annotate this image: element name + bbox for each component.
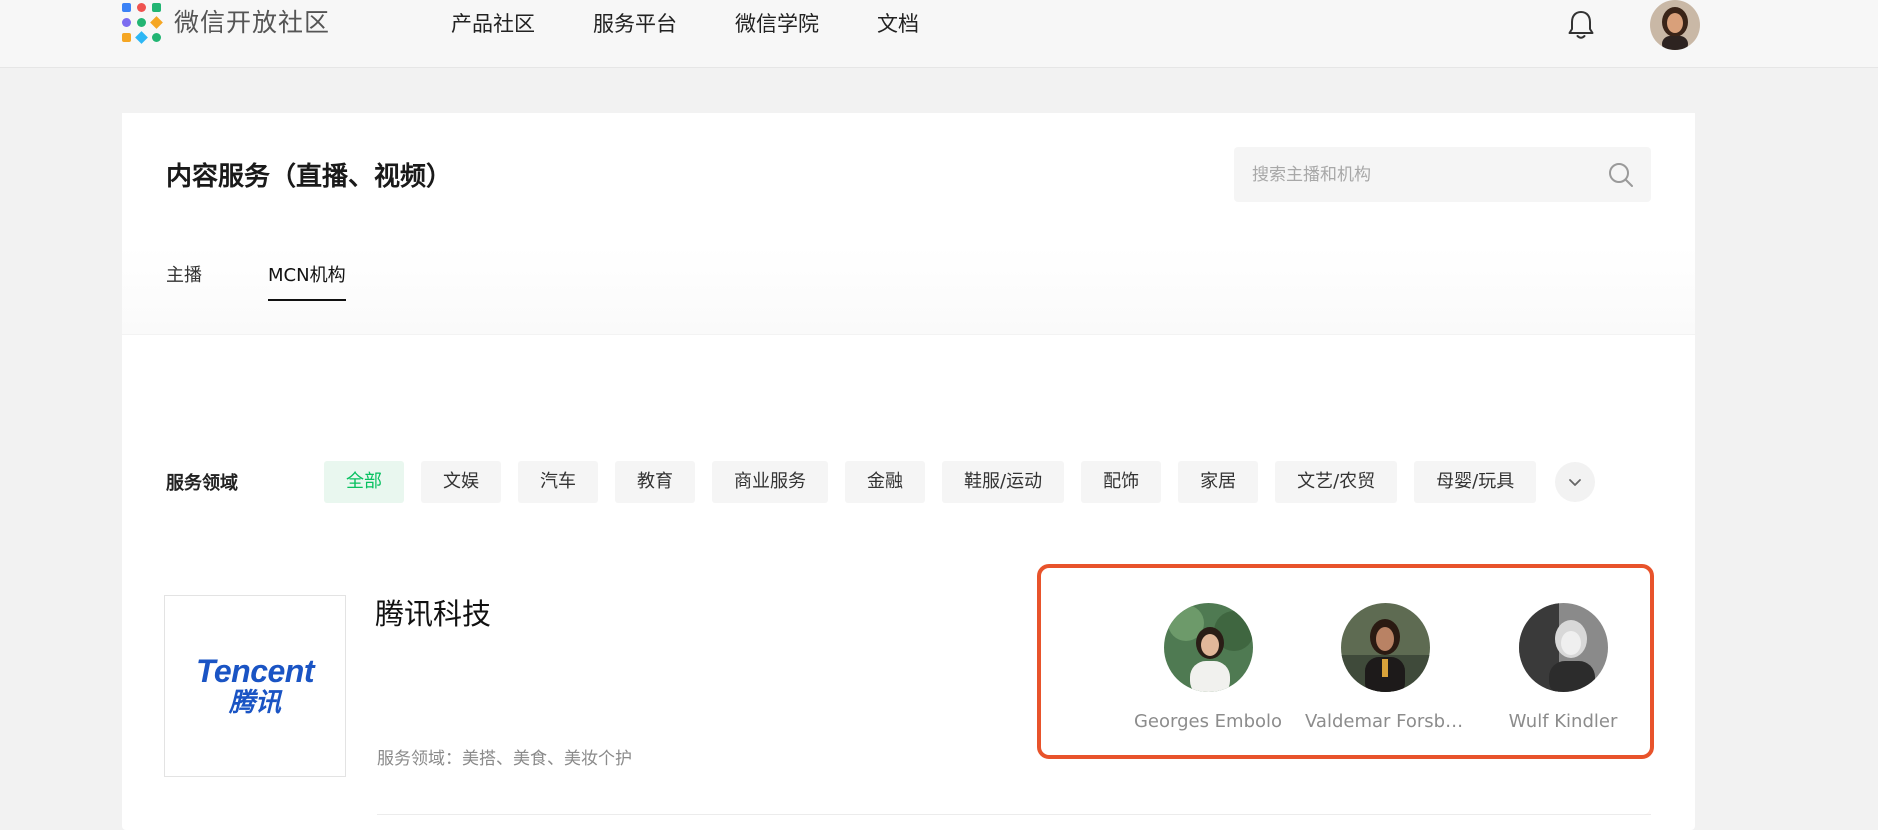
tab-mcn-agencies[interactable]: MCN机构 <box>268 263 346 301</box>
card-header: 内容服务（直播、视频） 主播 MCN机构 <box>122 113 1695 335</box>
filter-chip-arts-agriculture[interactable]: 文艺/农贸 <box>1275 461 1398 503</box>
filter-chip-accessories[interactable]: 配饰 <box>1081 461 1162 503</box>
anchor-avatar <box>1518 603 1608 692</box>
anchor-card[interactable]: Georges Embolo <box>1128 603 1288 734</box>
expand-filters-button[interactable] <box>1555 462 1596 502</box>
nav-item-docs[interactable]: 文档 <box>877 8 919 40</box>
filter-chip-baby-toys[interactable]: 母婴/玩具 <box>1414 461 1537 503</box>
anchor-avatar <box>1163 603 1253 692</box>
main-nav: 产品社区 服务平台 微信学院 文档 <box>451 8 977 40</box>
top-navigation-bar: 微信开放社区 产品社区 服务平台 微信学院 文档 <box>0 0 1878 68</box>
org-logo[interactable]: Tencent 腾讯 <box>164 595 346 777</box>
divider <box>377 814 1651 815</box>
user-avatar[interactable] <box>1650 0 1700 50</box>
brand-name: 微信开放社区 <box>174 8 331 37</box>
search-input[interactable] <box>1234 147 1607 202</box>
anchor-avatar <box>1340 603 1430 692</box>
org-logo-text-zh: 腾讯 <box>228 688 281 718</box>
anchor-name: Valdemar Forsberg <box>1305 711 1465 732</box>
nav-item-service-platform[interactable]: 服务平台 <box>593 8 677 40</box>
filter-chip-finance[interactable]: 金融 <box>845 461 925 503</box>
content-card: 内容服务（直播、视频） 主播 MCN机构 服务领域 全部 文娱 汽车 教育 商业… <box>122 113 1695 830</box>
anchor-name: Wulf Kindler <box>1508 711 1618 732</box>
chevron-down-icon <box>1569 479 1582 486</box>
anchor-card[interactable]: Valdemar Forsberg <box>1305 603 1465 734</box>
filter-label: 服务领域 <box>166 473 238 494</box>
tab-bar: 主播 MCN机构 <box>166 263 412 301</box>
search-icon[interactable] <box>1607 161 1635 189</box>
brand-logo[interactable]: 微信开放社区 <box>122 3 331 44</box>
org-name[interactable]: 腾讯科技 <box>375 594 491 634</box>
service-domain-filter: 服务领域 全部 文娱 汽车 教育 商业服务 金融 鞋服/运动 配饰 家居 文艺/… <box>166 461 1596 503</box>
page-title: 内容服务（直播、视频） <box>166 162 453 192</box>
search-box <box>1234 147 1651 202</box>
filter-chip-education[interactable]: 教育 <box>615 461 695 503</box>
org-service-domain: 服务领域：美搭、美食、美妆个护 <box>377 749 632 769</box>
filter-chip-all[interactable]: 全部 <box>324 461 404 503</box>
filter-chip-entertainment[interactable]: 文娱 <box>421 461 501 503</box>
filter-chip-home[interactable]: 家居 <box>1178 461 1259 503</box>
tab-anchors[interactable]: 主播 <box>166 263 202 301</box>
org-logo-text: Tencent <box>196 653 315 689</box>
anchor-name: Georges Embolo <box>1133 711 1283 732</box>
nav-item-product-community[interactable]: 产品社区 <box>451 8 535 40</box>
filter-chip-business-services[interactable]: 商业服务 <box>712 461 828 503</box>
notification-bell-icon[interactable] <box>1565 8 1597 42</box>
anchor-card[interactable]: Wulf Kindler <box>1483 603 1643 734</box>
brand-logo-icon <box>122 3 163 44</box>
filter-chip-apparel-sports[interactable]: 鞋服/运动 <box>942 461 1065 503</box>
nav-item-wechat-academy[interactable]: 微信学院 <box>735 8 819 40</box>
filter-chip-automotive[interactable]: 汽车 <box>518 461 598 503</box>
